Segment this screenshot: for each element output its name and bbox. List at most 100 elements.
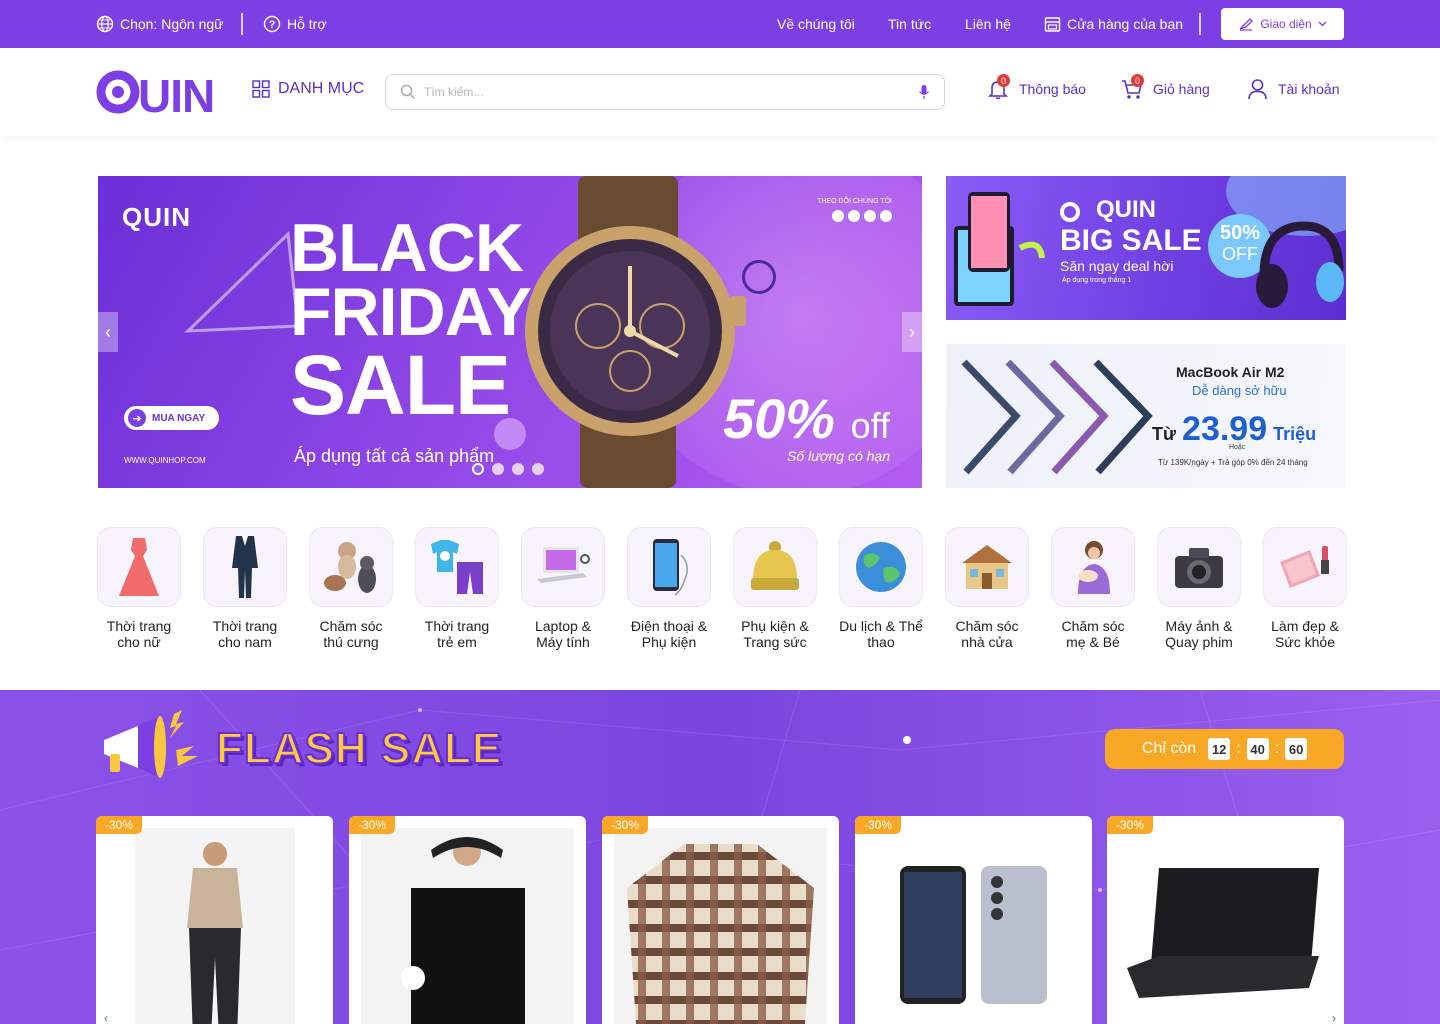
category-label: Điện thoại & Phụ kiện [627, 618, 711, 650]
countdown-separator: : [1274, 740, 1280, 757]
big-sale-banner[interactable]: QUIN BIG SALE Săn ngay deal hời Áp dụng … [946, 176, 1346, 320]
account-button[interactable]: Tài khoản [1247, 78, 1339, 100]
category-item[interactable]: Điện thoại & Phụ kiện [627, 527, 711, 650]
macbook-product: MacBook Air M2 [1176, 364, 1336, 380]
side-banner-logo: QUIN [1096, 196, 1156, 223]
category-item[interactable]: Thời trang trẻ em [415, 527, 499, 650]
hero-banner-slider[interactable]: QUIN THEO DÕI CHÚNG TÔI BLACK FRIDAY SAL… [98, 176, 922, 488]
category-label-line2: cho nam [218, 634, 272, 650]
category-label: Chăm sóc thú cưng [309, 618, 393, 650]
category-label: Làm đẹp & Sức khỏe [1263, 618, 1347, 650]
divider [241, 13, 243, 35]
twitter-icon[interactable] [848, 210, 860, 222]
category-label-line1: Phụ kiện & [741, 618, 809, 634]
slider-next-button[interactable]: › [902, 312, 922, 352]
slider-dot-3[interactable] [512, 463, 524, 475]
contact-label: Liên hệ [965, 16, 1011, 32]
hero-discount: 50% off [723, 386, 890, 451]
makeup-icon [1280, 546, 1329, 588]
product-card[interactable]: -30% [349, 816, 586, 1024]
hero-title-line1: BLACK [290, 210, 524, 286]
product-card[interactable]: -30% [602, 816, 839, 1024]
news-link[interactable]: Tin tức [888, 0, 931, 48]
category-label: Máy ảnh & Quay phim [1157, 618, 1241, 650]
big-sale-title: BIG SALE [1060, 224, 1202, 257]
product-card[interactable]: -30% [96, 816, 333, 1024]
countdown-seconds: 60 [1285, 738, 1308, 760]
slider-dot-1[interactable] [472, 463, 484, 475]
category-menu-button[interactable]: DANH MỤC [252, 80, 364, 98]
flash-sale-next-button[interactable]: › [1324, 1008, 1344, 1024]
beanie-icon [751, 541, 799, 590]
big-sale-subtitle: Săn ngay deal hời [1060, 258, 1174, 274]
notification-count-badge: 0 [997, 74, 1010, 87]
facebook-icon[interactable] [832, 210, 844, 222]
category-icon-box [627, 527, 711, 607]
about-link[interactable]: Về chúng tôi [777, 0, 855, 48]
discount-badge: -30% [602, 816, 649, 834]
product-card[interactable]: -30% [855, 816, 1092, 1024]
category-label: Phụ kiện & Trang sức [733, 618, 817, 650]
category-label: Du lịch & Thể thao [839, 618, 923, 650]
cart-button[interactable]: 0 Giỏ hàng [1121, 74, 1210, 100]
globe-icon [96, 15, 114, 33]
macbook-tagline: Dễ dàng sở hữu [1192, 383, 1287, 398]
category-label: Thời trang cho nam [203, 618, 287, 650]
youtube-icon[interactable] [864, 210, 876, 222]
globe-icon [856, 542, 906, 592]
slider-dot-2[interactable] [492, 463, 504, 475]
flash-sale-prev-button[interactable]: ‹ [96, 1008, 116, 1024]
macbook-banner[interactable]: MacBook Air M2 Dễ dàng sở hữu Từ 23.99 T… [946, 344, 1346, 488]
category-label-line2: mẹ & Bé [1066, 634, 1120, 650]
hero-logo: QUIN [122, 202, 191, 232]
category-item[interactable]: Thời trang cho nữ [97, 527, 181, 650]
theme-button[interactable]: Giao diện [1221, 8, 1344, 40]
language-selector[interactable]: Chọn: Ngôn ngữ [96, 0, 224, 48]
price-value: 23.99 [1182, 410, 1268, 448]
category-item[interactable]: Chăm sóc mẹ & Bé [1051, 527, 1135, 650]
buy-now-button[interactable]: ➜ MUA NGAY [124, 406, 220, 430]
grid-icon [252, 80, 270, 98]
search-bar [385, 74, 945, 110]
search-input[interactable] [424, 85, 918, 99]
support-link[interactable]: ? Hỗ trợ [263, 0, 327, 48]
site-logo[interactable]: UIN [96, 68, 228, 122]
microphone-icon[interactable] [918, 84, 930, 100]
slider-dot-4[interactable] [532, 463, 544, 475]
flash-sale-title: FLASH SALE [215, 723, 503, 774]
your-store-link[interactable]: Cửa hàng của bạn [1044, 0, 1183, 48]
category-label-line1: Thời trang [106, 618, 172, 634]
instagram-icon[interactable] [880, 210, 892, 222]
countdown-minutes: 40 [1246, 738, 1269, 760]
cart-label: Giỏ hàng [1153, 81, 1210, 97]
category-label-line2: Quay phim [1165, 634, 1233, 650]
category-item[interactable]: Du lịch & Thể thao [839, 527, 923, 650]
watch-image [525, 176, 746, 488]
suit-icon [232, 536, 258, 598]
category-label-line1: Chăm sóc [955, 618, 1019, 634]
tablet-phone-image [954, 192, 1045, 306]
slider-prev-button[interactable]: ‹ [98, 312, 118, 352]
category-label: Laptop & Máy tính [521, 618, 605, 650]
search-icon[interactable] [400, 84, 416, 100]
buy-now-label: MUA NGAY [152, 412, 206, 424]
category-item[interactable]: Laptop & Máy tính [521, 527, 605, 650]
category-item[interactable]: Máy ảnh & Quay phim [1157, 527, 1241, 650]
notifications-label: Thông báo [1019, 81, 1086, 97]
category-item[interactable]: Phụ kiện & Trang sức [733, 527, 817, 650]
hero-title-line2: FRIDAY [290, 274, 532, 350]
store-label: Cửa hàng của bạn [1067, 16, 1184, 32]
contact-link[interactable]: Liên hệ [965, 0, 1011, 48]
hero-subtitle: Áp dụng tất cả sản phẩm [294, 446, 495, 466]
product-card[interactable]: -30% [1107, 816, 1344, 1024]
or-label: Hoặc [1229, 444, 1246, 451]
category-item[interactable]: Chăm sóc nhà cửa [945, 527, 1029, 650]
chevron-left-icon: ‹ [104, 1011, 108, 1024]
category-item[interactable]: Thời trang cho nam [203, 527, 287, 650]
category-item[interactable]: Làm đẹp & Sức khỏe [1263, 527, 1347, 650]
category-label-line1: Thời trang [424, 618, 490, 634]
countdown-separator: : [1236, 740, 1241, 757]
notifications-button[interactable]: 0 Thông báo [987, 74, 1086, 100]
category-item[interactable]: Chăm sóc thú cưng [309, 527, 393, 650]
logo-mark: UIN [96, 70, 215, 122]
